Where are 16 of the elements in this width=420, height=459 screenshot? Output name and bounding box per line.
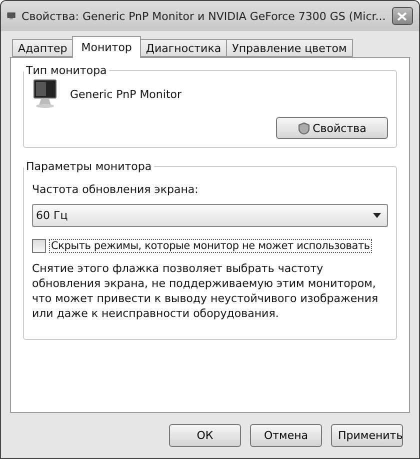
group-title: Параметры монитора	[25, 160, 153, 173]
tab[interactable]: Диагностика	[140, 39, 228, 57]
dialog-button[interactable]: Применить	[331, 424, 403, 447]
refresh-rate-label: Частота обновления экрана:	[32, 183, 200, 196]
tab[interactable]: Управление цветом	[226, 39, 353, 57]
properties-button[interactable]: Свойства	[276, 117, 388, 139]
tab[interactable]: Монитор	[72, 36, 141, 58]
dialog-button[interactable]: Отмена	[250, 424, 322, 447]
window-title: Свойства: Generic PnP Monitor и NVIDIA GeForce 7300 GS (Micr...	[22, 10, 386, 22]
tab[interactable]: Адаптер	[12, 39, 74, 57]
checkbox-label[interactable]: Скрыть режимы, которые монитор не может использовать	[49, 239, 372, 253]
hint-text: Снятие этого флажка позволяет выбрать частоту обновления экрана, не поддерживаемую этим монитором, что может привести к выводу неустойчивого изображения или даже к неисправности оборудования.	[32, 261, 380, 321]
group-title: Тип монитора	[25, 64, 108, 77]
dialog-button[interactable]: ОК	[169, 424, 241, 447]
monitor-name: Generic PnP Monitor	[70, 88, 182, 100]
refresh-rate-dropdown[interactable]: 60 Гц	[32, 204, 388, 227]
